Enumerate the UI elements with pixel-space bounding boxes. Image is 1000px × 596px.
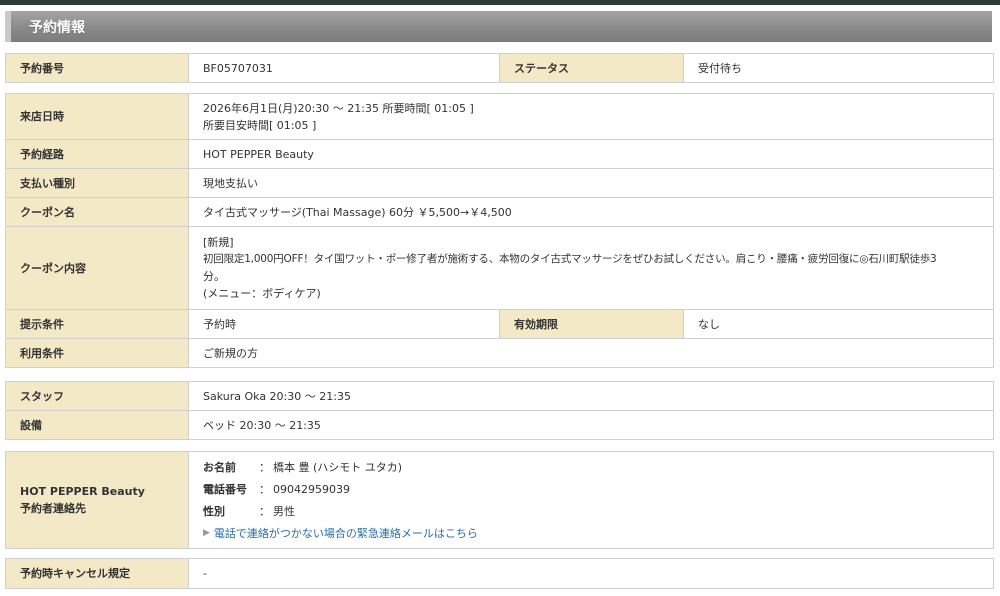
contact-phone-row: 電話番号 ： 09042959039: [203, 478, 979, 500]
contact-label-line1: HOT PEPPER Beauty: [20, 485, 145, 498]
table-row: 提示条件 予約時 有効期限 なし: [5, 309, 995, 339]
contact-label: HOT PEPPER Beauty 予約者連絡先: [5, 451, 189, 549]
payment-value: 現地支払い: [187, 168, 995, 198]
status-value: 受付待ち: [683, 53, 994, 83]
contact-table: HOT PEPPER Beauty 予約者連絡先 お名前 ： 橋本 豊 (ハシモ…: [5, 451, 994, 549]
coupon-content-label: クーポン内容: [5, 226, 189, 310]
status-label: ステータス: [499, 53, 684, 83]
table-row: 来店日時 2026年6月1日(月)20:30 〜 21:35 所要時間[ 01:…: [5, 93, 995, 140]
coupon-content-line2: 初回限定1,000円OFF！タイ国ワット・ポー修了者が施術する、本物のタイ古式マ…: [203, 253, 937, 265]
table-row: 予約時キャンセル規定 -: [5, 558, 994, 589]
top-bar: [0, 0, 1000, 5]
emergency-mail-link[interactable]: 電話で連絡がつかない場合の緊急連絡メールはこちら: [214, 525, 478, 542]
staff-table: スタッフ Sakura Oka 20:30 〜 21:35 設備 ベッド 20:…: [5, 381, 994, 440]
table-row: スタッフ Sakura Oka 20:30 〜 21:35: [5, 381, 994, 411]
coupon-content: [新規] 初回限定1,000円OFF！タイ国ワット・ポー修了者が施術する、本物の…: [187, 226, 995, 310]
payment-label: 支払い種別: [5, 168, 189, 198]
section-title: 予約情報: [29, 20, 85, 36]
name-key: お名前: [203, 460, 236, 474]
table-row: 予約経路 HOT PEPPER Beauty: [5, 139, 995, 169]
cancel-table: 予約時キャンセル規定 -: [5, 558, 994, 589]
coupon-name-label: クーポン名: [5, 197, 189, 227]
visit-datetime-label: 来店日時: [5, 93, 189, 140]
cancel-policy-value: -: [188, 558, 994, 589]
gender-key: 性別: [203, 504, 225, 518]
phone-key: 電話番号: [203, 482, 247, 496]
equipment-label: 設備: [5, 410, 189, 440]
table-row: 利用条件 ご新規の方: [5, 338, 995, 368]
triangle-right-icon: ▶: [203, 527, 210, 538]
coupon-content-line4: (メニュー：ボディケア): [203, 287, 321, 300]
gender-colon: ：: [259, 504, 270, 518]
present-condition-label: 提示条件: [5, 309, 189, 339]
contact-name-row: お名前 ： 橋本 豊 (ハシモト ユタカ): [203, 456, 979, 478]
reservation-number: BF05707031: [188, 53, 500, 83]
coupon-name-value: タイ古式マッサージ(Thai Massage) 60分 ￥5,500→￥4,50…: [187, 197, 995, 227]
contact-label-line2: 予約者連絡先: [20, 502, 86, 515]
table-row: 設備 ベッド 20:30 〜 21:35: [5, 410, 994, 440]
section-header: 予約情報: [5, 11, 992, 42]
phone-number: 09042959039: [273, 482, 350, 496]
coupon-content-line3: 分。: [203, 270, 225, 283]
table-row: HOT PEPPER Beauty 予約者連絡先 お名前 ： 橋本 豊 (ハシモ…: [5, 451, 994, 549]
name-colon: ：: [259, 460, 270, 474]
coupon-content-line1: [新規]: [203, 236, 234, 249]
staff-value: Sakura Oka 20:30 〜 21:35: [188, 381, 994, 411]
contact-gender-row: 性別 ： 男性: [203, 500, 979, 522]
usage-condition-label: 利用条件: [5, 338, 189, 368]
expiry-value: なし: [682, 309, 995, 339]
visit-duration-line2: 所要目安時間[ 01:05 ]: [203, 118, 317, 132]
gender-value: 男性: [273, 504, 295, 518]
table-row: クーポン内容 [新規] 初回限定1,000円OFF！タイ国ワット・ポー修了者が施…: [5, 226, 995, 310]
expiry-label: 有効期限: [499, 309, 684, 339]
reservation-number-label: 予約番号: [5, 53, 189, 83]
usage-condition-value: ご新規の方: [187, 338, 995, 368]
visit-datetime-line1: 2026年6月1日(月)20:30 〜 21:35 所要時間[ 01:05 ]: [203, 101, 474, 115]
emergency-mail-row: ▶ 電話で連絡がつかない場合の緊急連絡メールはこちら: [203, 522, 979, 544]
contact-details: お名前 ： 橋本 豊 (ハシモト ユタカ) 電話番号 ： 09042959039…: [188, 451, 994, 549]
route-value: HOT PEPPER Beauty: [187, 139, 995, 169]
reservation-table: 予約番号 BF05707031 ステータス 受付待ち: [5, 53, 994, 83]
staff-label: スタッフ: [5, 381, 189, 411]
customer-name: 橋本 豊 (ハシモト ユタカ): [273, 460, 403, 474]
table-row: 支払い種別 現地支払い: [5, 168, 995, 198]
present-condition-value: 予約時: [188, 309, 500, 339]
visit-datetime: 2026年6月1日(月)20:30 〜 21:35 所要時間[ 01:05 ] …: [187, 93, 995, 140]
cancel-policy-label: 予約時キャンセル規定: [5, 558, 189, 589]
phone-colon: ：: [259, 482, 270, 496]
table-row: クーポン名 タイ古式マッサージ(Thai Massage) 60分 ￥5,500…: [5, 197, 995, 227]
equipment-value: ベッド 20:30 〜 21:35: [188, 410, 994, 440]
visit-details-table: 来店日時 2026年6月1日(月)20:30 〜 21:35 所要時間[ 01:…: [5, 93, 995, 368]
route-label: 予約経路: [5, 139, 189, 169]
